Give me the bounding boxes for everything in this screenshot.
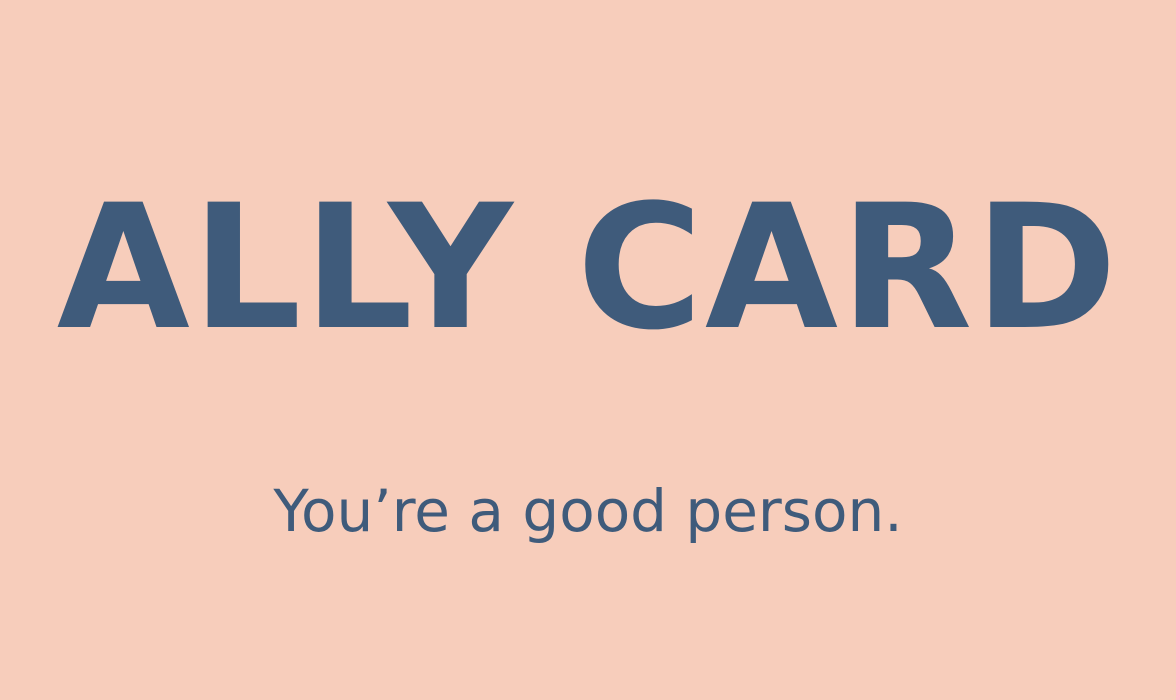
card-title: ALLY CARD [56,167,1120,368]
card-tagline: You’re a good person. [273,477,903,545]
ally-card: ALLY CARD You’re a good person. [0,0,1176,700]
